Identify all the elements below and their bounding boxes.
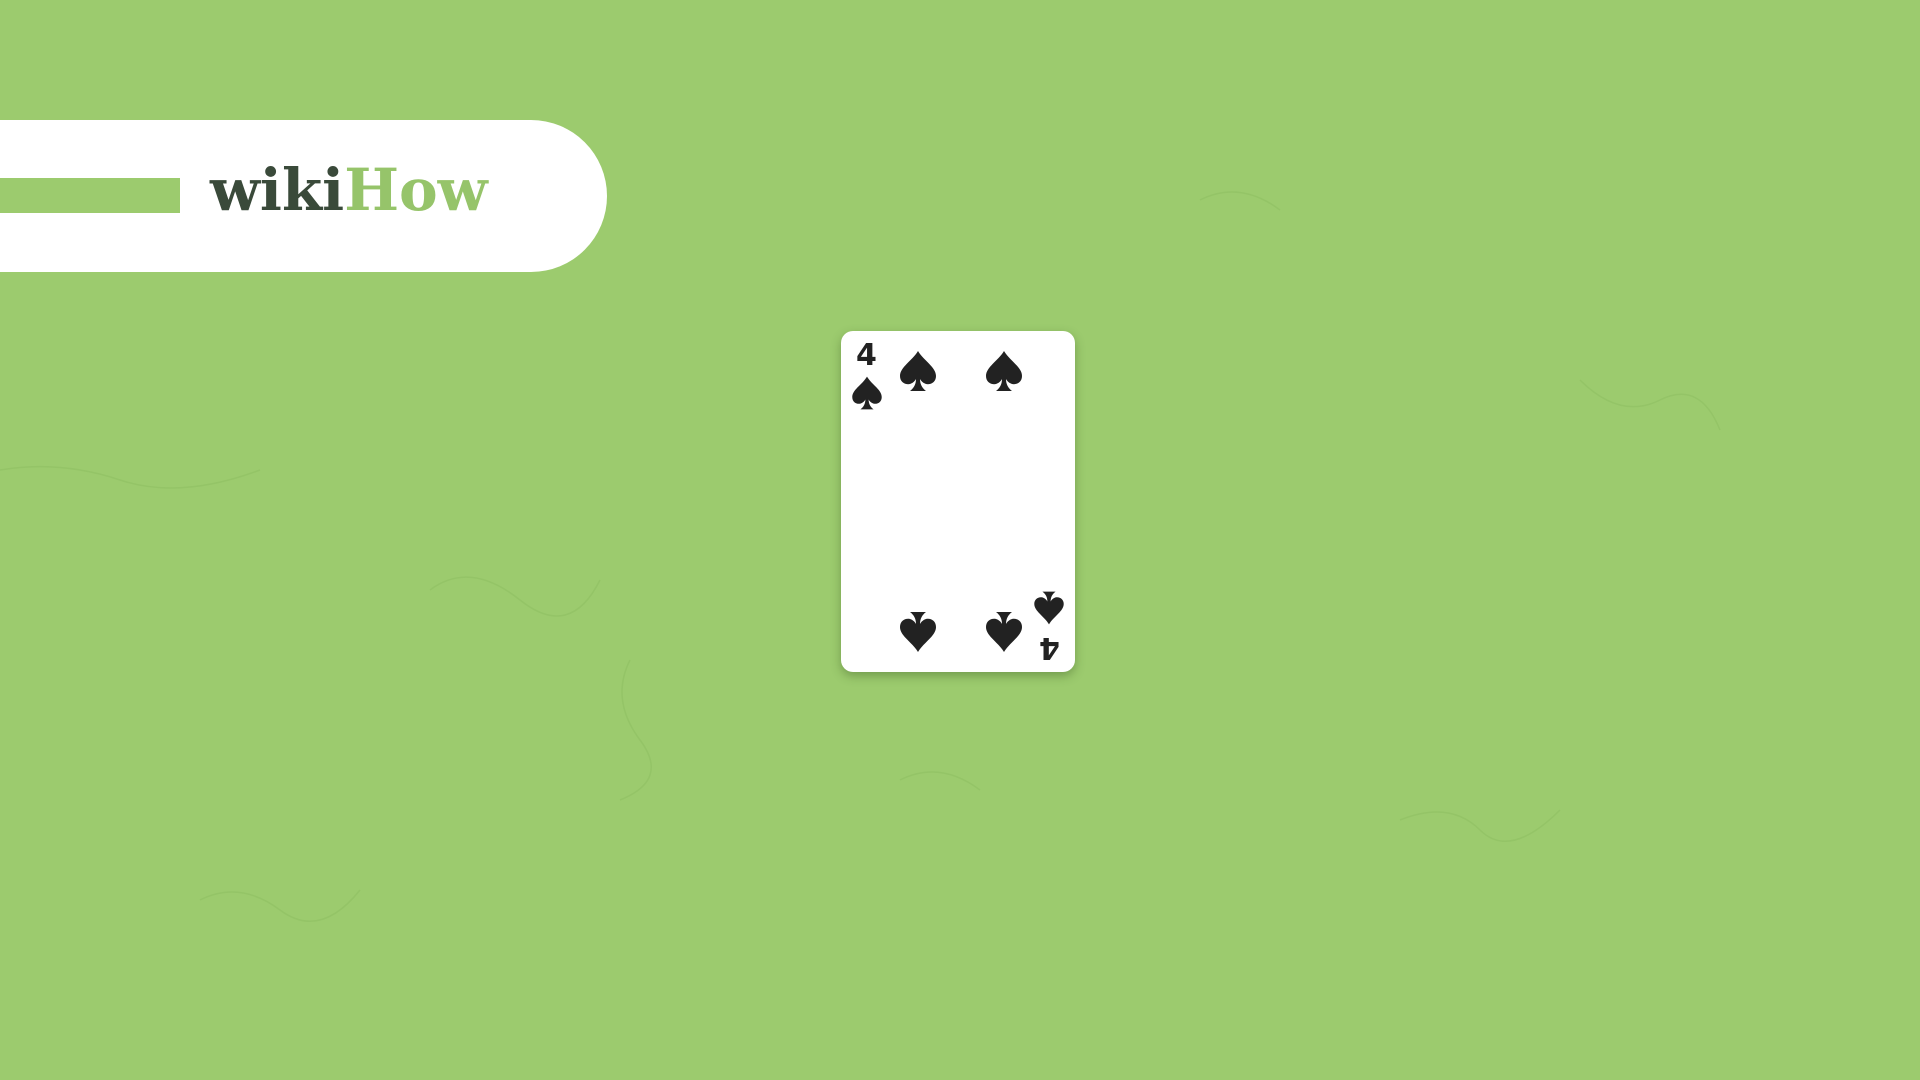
scene-background: wikiHow 4 4 (0, 0, 1920, 1080)
spade-icon (1034, 591, 1064, 625)
spade-icon (986, 612, 1022, 652)
spade-icon (852, 376, 882, 410)
spade-icon (900, 612, 936, 652)
card-rank-bottom: 4 (1039, 630, 1060, 665)
wikihow-logo: wikiHow (210, 150, 488, 230)
card-rank-top: 4 (856, 338, 877, 373)
logo-how-text: How (344, 156, 488, 224)
spade-icon (986, 351, 1022, 391)
spade-icon (900, 351, 936, 391)
logo-wiki-text: wiki (210, 156, 345, 224)
banner-stripe (0, 178, 180, 213)
playing-card: 4 4 (841, 331, 1075, 672)
